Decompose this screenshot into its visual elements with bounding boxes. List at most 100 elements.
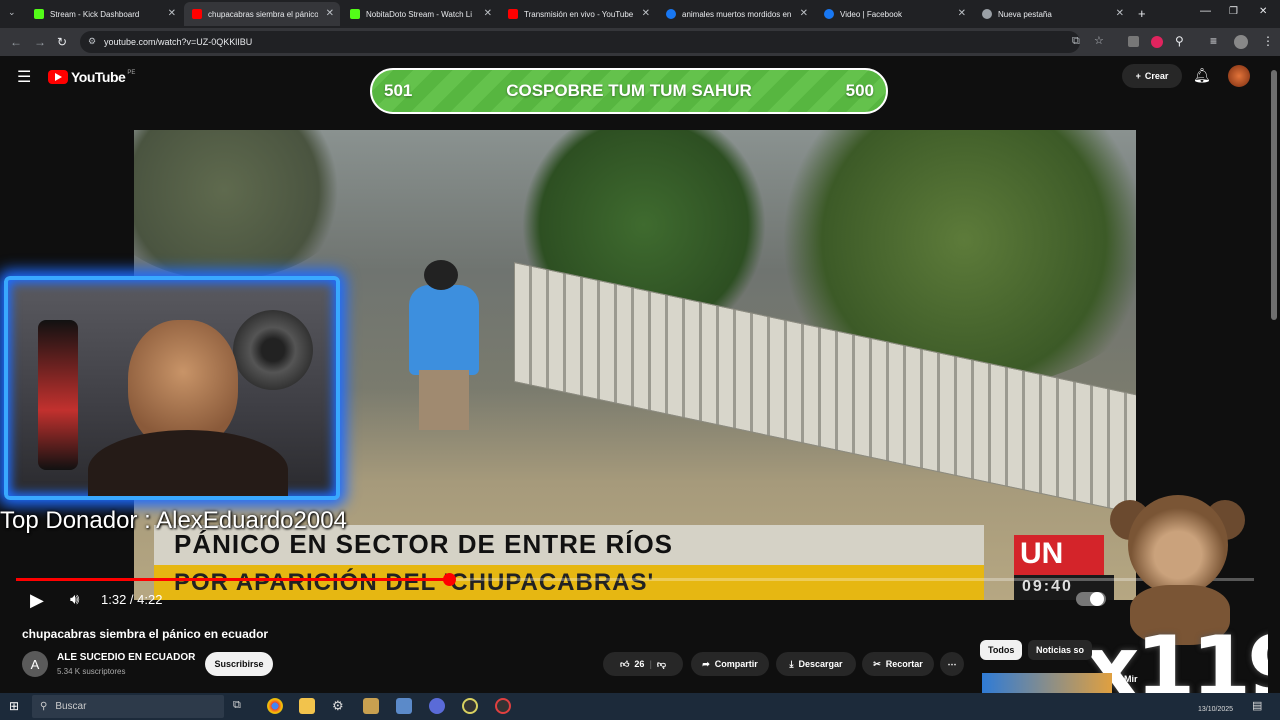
- notification-center-icon[interactable]: ▤: [1252, 699, 1262, 712]
- streamer-webcam: [4, 276, 340, 500]
- settings-gear-icon[interactable]: ⚙: [332, 698, 344, 714]
- account-avatar[interactable]: [1228, 65, 1250, 87]
- chip-label: Noticias so: [1036, 645, 1085, 655]
- chip-all[interactable]: Todos: [980, 640, 1023, 660]
- back-icon[interactable]: ←: [10, 35, 22, 49]
- search-placeholder: Buscar: [55, 701, 87, 712]
- tab-label: NobitaDoto Stream - Watch Li: [366, 9, 472, 19]
- time-display: 1:32 / 4:22: [101, 592, 163, 607]
- hamburger-menu-icon[interactable]: ☰: [17, 67, 31, 87]
- close-icon[interactable]: ✕: [484, 8, 492, 19]
- media-control-icon[interactable]: ≡: [1210, 34, 1217, 48]
- plus-icon: +: [1135, 71, 1141, 81]
- tv-channel-bug: UN: [1014, 535, 1104, 575]
- window-close-icon[interactable]: ✕: [1259, 6, 1267, 17]
- obs-icon[interactable]: [462, 698, 478, 714]
- windows-taskbar: ⊞ ⚲ Buscar ⧉ ⚙ ▤: [0, 693, 1280, 720]
- recommended-video-thumbnail[interactable]: [982, 673, 1112, 693]
- share-button[interactable]: ➦ Compartir: [691, 652, 769, 676]
- facebook-icon: [666, 9, 676, 19]
- youtube-play-icon: [48, 70, 68, 84]
- avatar-letter: A: [30, 656, 40, 672]
- tab-facebook-video[interactable]: Video | Facebook ✕: [816, 2, 972, 26]
- extension-icon[interactable]: [1128, 36, 1139, 47]
- app-taskbar-icon[interactable]: [396, 698, 412, 714]
- minimize-icon[interactable]: —: [1200, 5, 1211, 17]
- chip-news[interactable]: Noticias so: [1028, 640, 1093, 660]
- restore-icon[interactable]: ❐: [1229, 6, 1238, 17]
- forward-icon[interactable]: →: [34, 35, 46, 49]
- reload-icon[interactable]: ↻: [57, 35, 67, 49]
- file-explorer-icon[interactable]: [299, 698, 315, 714]
- like-dislike-group: 👍︎ 26 | 👎︎: [603, 652, 683, 676]
- close-icon[interactable]: ✕: [800, 8, 808, 19]
- close-icon[interactable]: ✕: [958, 8, 966, 19]
- facebook-icon: [824, 9, 834, 19]
- media-player-icon[interactable]: [363, 698, 379, 714]
- more-actions-button[interactable]: ⋯: [940, 652, 964, 676]
- news-chyron-subline: POR APARICIÓN DEL 'CHUPACABRAS': [154, 565, 984, 600]
- page-scrollbar[interactable]: [1268, 56, 1280, 693]
- download-icon: ⤓: [789, 658, 794, 669]
- close-icon[interactable]: ✕: [168, 8, 176, 19]
- download-button[interactable]: ⤓ Descargar: [776, 652, 856, 676]
- extensions-puzzle-icon[interactable]: ⚲: [1175, 34, 1184, 48]
- channel-avatar[interactable]: A: [22, 651, 48, 677]
- tab-new-tab[interactable]: Nueva pestaña ✕: [974, 2, 1130, 26]
- close-icon[interactable]: ✕: [326, 8, 334, 19]
- kick-icon: [350, 9, 360, 19]
- goal-title: COSPOBRE TUM TUM SAHUR: [506, 81, 752, 100]
- progress-bar[interactable]: [16, 573, 1254, 586]
- taskbar-search[interactable]: ⚲ Buscar: [32, 695, 224, 718]
- recommended-video-title[interactable]: Mir: [1124, 674, 1138, 684]
- like-count[interactable]: 26: [634, 659, 644, 669]
- channel-bug-text: UN: [1020, 537, 1064, 570]
- play-icon[interactable]: ▶: [30, 590, 44, 611]
- tab-label: Transmisión en vivo - YouTube: [524, 9, 634, 19]
- recording-app-icon[interactable]: [495, 698, 511, 714]
- chrome-taskbar-icon[interactable]: [267, 698, 283, 714]
- fan-image: [233, 310, 313, 390]
- scrollbar-thumb[interactable]: [1271, 70, 1277, 320]
- kick-icon: [34, 9, 44, 19]
- subscribe-label: Suscribirse: [214, 659, 264, 669]
- share-label: Compartir: [714, 659, 758, 669]
- tab-kick-dashboard[interactable]: Stream - Kick Dashboard ✕: [26, 2, 182, 26]
- goal-target-count: 500: [845, 81, 874, 100]
- chat-app-icon[interactable]: [429, 698, 445, 714]
- profile-avatar[interactable]: [1234, 35, 1248, 49]
- dislike-thumb-icon[interactable]: 👎︎: [657, 659, 666, 670]
- adblock-extension-icon[interactable]: [1151, 36, 1163, 48]
- volume-icon[interactable]: 🔊︎: [70, 591, 79, 608]
- tab-nobita-stream[interactable]: NobitaDoto Stream - Watch Li ✕: [342, 2, 498, 26]
- close-icon[interactable]: ✕: [1116, 8, 1124, 19]
- channel-name[interactable]: ALE SUCEDIO EN ECUADOR: [57, 652, 195, 663]
- subscribe-button[interactable]: Suscribirse: [205, 652, 273, 676]
- clip-label: Recortar: [885, 659, 923, 669]
- like-thumb-icon[interactable]: 👍︎: [620, 659, 629, 670]
- youtube-logo[interactable]: YouTube PE: [48, 69, 135, 85]
- stream-goal-banner: 501 COSPOBRE TUM TUM SAHUR 500: [370, 68, 888, 114]
- youtube-icon: [508, 9, 518, 19]
- autoplay-toggle[interactable]: [1076, 592, 1106, 606]
- new-tab-plus-icon[interactable]: +: [1138, 6, 1146, 21]
- scissors-icon: ✂: [873, 658, 881, 669]
- tab-youtube-video[interactable]: chupacabras siembra el pánico ✕: [184, 2, 340, 26]
- more-menu-icon[interactable]: ⋮: [1262, 34, 1274, 48]
- top-donor-label: Top Donador : AlexEduardo2004: [0, 507, 347, 534]
- tab-facebook-animales[interactable]: animales muertos mordidos en ✕: [658, 2, 814, 26]
- install-app-icon[interactable]: ⧉: [1072, 35, 1080, 48]
- tab-youtube-live[interactable]: Transmisión en vivo - YouTube ✕: [500, 2, 656, 26]
- create-button[interactable]: + Crear: [1122, 64, 1182, 88]
- notifications-bell-icon[interactable]: 🔔︎: [1193, 67, 1211, 84]
- task-view-icon[interactable]: ⧉: [233, 699, 241, 712]
- country-code: PE: [127, 70, 136, 76]
- url-field[interactable]: ⚙ youtube.com/watch?v=UZ-0QKKlIBU ⧉ ☆: [80, 31, 1104, 53]
- clip-button[interactable]: ✂ Recortar: [862, 652, 934, 676]
- windows-start-icon[interactable]: ⊞: [9, 699, 19, 713]
- tab-search-icon[interactable]: ⌄: [8, 7, 16, 18]
- bookmark-star-icon[interactable]: ☆: [1094, 34, 1104, 47]
- site-info-icon[interactable]: ⚙: [88, 36, 96, 47]
- close-icon[interactable]: ✕: [642, 8, 650, 19]
- chrome-icon: [982, 9, 992, 19]
